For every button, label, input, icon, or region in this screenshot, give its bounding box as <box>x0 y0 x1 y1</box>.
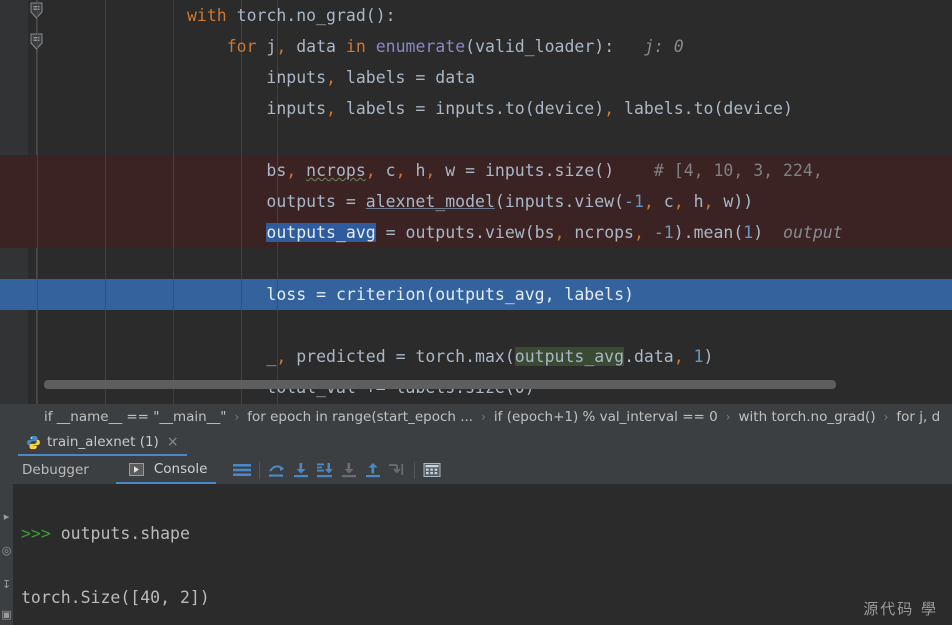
console-prompt: >>> <box>21 524 51 543</box>
code-line[interactable]: _, predicted = torch.max(outputs_avg.dat… <box>0 341 952 372</box>
console-input-text: outputs.shape <box>60 524 190 543</box>
code-line-blank[interactable] <box>0 310 952 341</box>
code-line-blank[interactable] <box>0 248 952 279</box>
inline-debug-hint: output <box>783 223 843 242</box>
step-into-my-code-icon[interactable] <box>337 459 361 481</box>
variables-icon[interactable]: ◎ <box>0 542 13 560</box>
tab-debugger[interactable]: Debugger <box>13 456 98 484</box>
step-out-icon[interactable] <box>361 459 385 481</box>
breadcrumb-item-0[interactable]: if __name__ == "__main__" <box>44 409 226 425</box>
python-icon <box>26 435 41 450</box>
code-lines: with torch.no_grad(): for j, data in enu… <box>0 0 952 372</box>
breadcrumb-separator: › <box>883 410 889 424</box>
watermark: 源代码 學 <box>863 600 938 618</box>
console-line-output: torch.Size([40, 2]) <box>21 588 210 607</box>
step-over-icon[interactable] <box>265 459 289 481</box>
show-variables-icon[interactable] <box>230 459 254 481</box>
close-icon[interactable]: × <box>167 434 179 450</box>
code-line-breakpoint[interactable]: bs, ncrops, c, h, w = inputs.size() # [4… <box>0 155 952 186</box>
tab-console[interactable]: Console <box>115 456 217 484</box>
inline-debug-hint: j: 0 <box>643 37 684 56</box>
console-line-input: >>> outputs.shape <box>21 518 952 550</box>
code-editor[interactable]: with torch.no_grad(): for j, data in enu… <box>0 0 952 404</box>
console-tab-label: Console <box>153 461 208 477</box>
code-line[interactable]: with torch.no_grad(): <box>0 0 952 31</box>
run-tab-train-alexnet[interactable]: train_alexnet (1) × <box>18 430 187 456</box>
breadcrumb-separator: › <box>725 410 731 424</box>
toolbar-separator <box>414 461 416 479</box>
code-line[interactable]: inputs, labels = inputs.to(device), labe… <box>0 93 952 124</box>
occurrence-highlight: outputs_avg <box>514 347 625 366</box>
console-toolbar: Debugger Console <box>0 456 952 484</box>
breadcrumb-item-2[interactable]: if (epoch+1) % val_interval == 0 <box>494 409 718 425</box>
editor-horizontal-scrollbar[interactable] <box>44 380 836 389</box>
code-line-execution[interactable]: loss = criterion(outputs_avg, labels) <box>0 279 952 310</box>
code-line[interactable]: for j, data in enumerate(valid_loader): … <box>0 31 952 62</box>
toolbar-separator <box>259 461 261 479</box>
code-line-breakpoint[interactable]: outputs_avg = outputs.view(bs, ncrops, -… <box>0 217 952 248</box>
code-line-breakpoint[interactable]: outputs = alexnet_model(inputs.view(-1, … <box>0 186 952 217</box>
run-tab-label: train_alexnet (1) <box>47 434 159 450</box>
step-icon[interactable]: ↧ <box>0 576 13 594</box>
code-line[interactable]: inputs, labels = data <box>0 62 952 93</box>
breadcrumb-item-3[interactable]: with torch.no_grad() <box>739 409 876 425</box>
breadcrumb-separator: › <box>234 410 240 424</box>
run-to-cursor-icon[interactable] <box>385 459 409 481</box>
console-icon[interactable]: ▸ <box>0 508 13 526</box>
debugger-tab-label: Debugger <box>22 462 89 478</box>
mute-breakpoints-icon[interactable]: ▣ <box>0 606 13 624</box>
console-output[interactable]: >>> outputs.shape torch.Size([40, 2]) >>… <box>13 484 952 625</box>
breadcrumb[interactable]: if __name__ == "__main__" › for epoch in… <box>0 404 952 430</box>
code-line-blank[interactable] <box>0 124 952 155</box>
breadcrumb-separator: › <box>481 410 486 424</box>
selected-token: outputs_avg <box>266 223 376 242</box>
breadcrumb-item-1[interactable]: for epoch in range(start_epoch ... <box>247 409 473 425</box>
breadcrumb-item-4[interactable]: for j, d <box>896 409 940 425</box>
step-into-icon[interactable] <box>289 459 313 481</box>
force-step-into-icon[interactable] <box>313 459 337 481</box>
evaluate-expression-icon[interactable] <box>420 459 444 481</box>
console-icon <box>125 458 149 480</box>
